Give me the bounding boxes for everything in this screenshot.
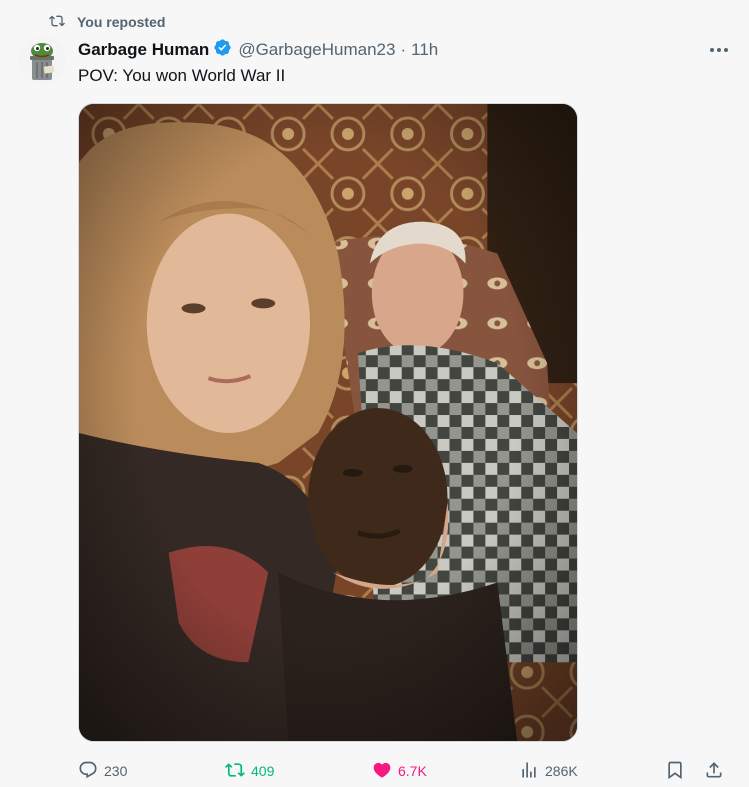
author-name[interactable]: Garbage Human: [78, 40, 209, 60]
tweet-text: POV: You won World War II: [78, 66, 286, 85]
verified-icon: [209, 38, 238, 62]
reply-button[interactable]: 230: [78, 758, 127, 784]
repost-icon: [225, 760, 245, 783]
tweet-photo[interactable]: [78, 103, 578, 742]
author-handle[interactable]: @GarbageHuman23: [238, 40, 395, 60]
views-chart-icon: [519, 760, 539, 783]
tweet-actions: 230 409 6.7K 286K: [78, 758, 730, 784]
like-button[interactable]: 6.7K: [372, 758, 427, 784]
heart-icon: [372, 760, 392, 783]
repost-count: 409: [251, 763, 275, 779]
tweet-card[interactable]: You reposted Garbage Human @GarbageHuman…: [0, 0, 749, 787]
more-options-button[interactable]: [707, 40, 731, 60]
tweet-timestamp[interactable]: 11h: [411, 40, 438, 60]
more-dot-icon: [724, 48, 728, 52]
share-button[interactable]: [704, 758, 724, 784]
avatar[interactable]: [18, 36, 66, 84]
bookmark-button[interactable]: [665, 758, 685, 784]
more-dot-icon: [717, 48, 721, 52]
reply-icon: [78, 760, 98, 783]
bookmark-icon: [665, 760, 685, 783]
repost-banner[interactable]: You reposted: [49, 12, 165, 32]
more-dot-icon: [710, 48, 714, 52]
repost-button[interactable]: 409: [225, 758, 274, 784]
views-button[interactable]: 286K: [519, 758, 578, 784]
repost-icon: [49, 13, 65, 32]
reply-count: 230: [104, 763, 128, 779]
like-count: 6.7K: [398, 763, 427, 779]
header-separator: ·: [400, 40, 407, 59]
repost-banner-text: You reposted: [77, 14, 166, 30]
views-count: 286K: [545, 763, 578, 779]
share-icon: [704, 760, 724, 783]
tweet-header: Garbage Human @GarbageHuman23 · 11h: [78, 39, 729, 61]
